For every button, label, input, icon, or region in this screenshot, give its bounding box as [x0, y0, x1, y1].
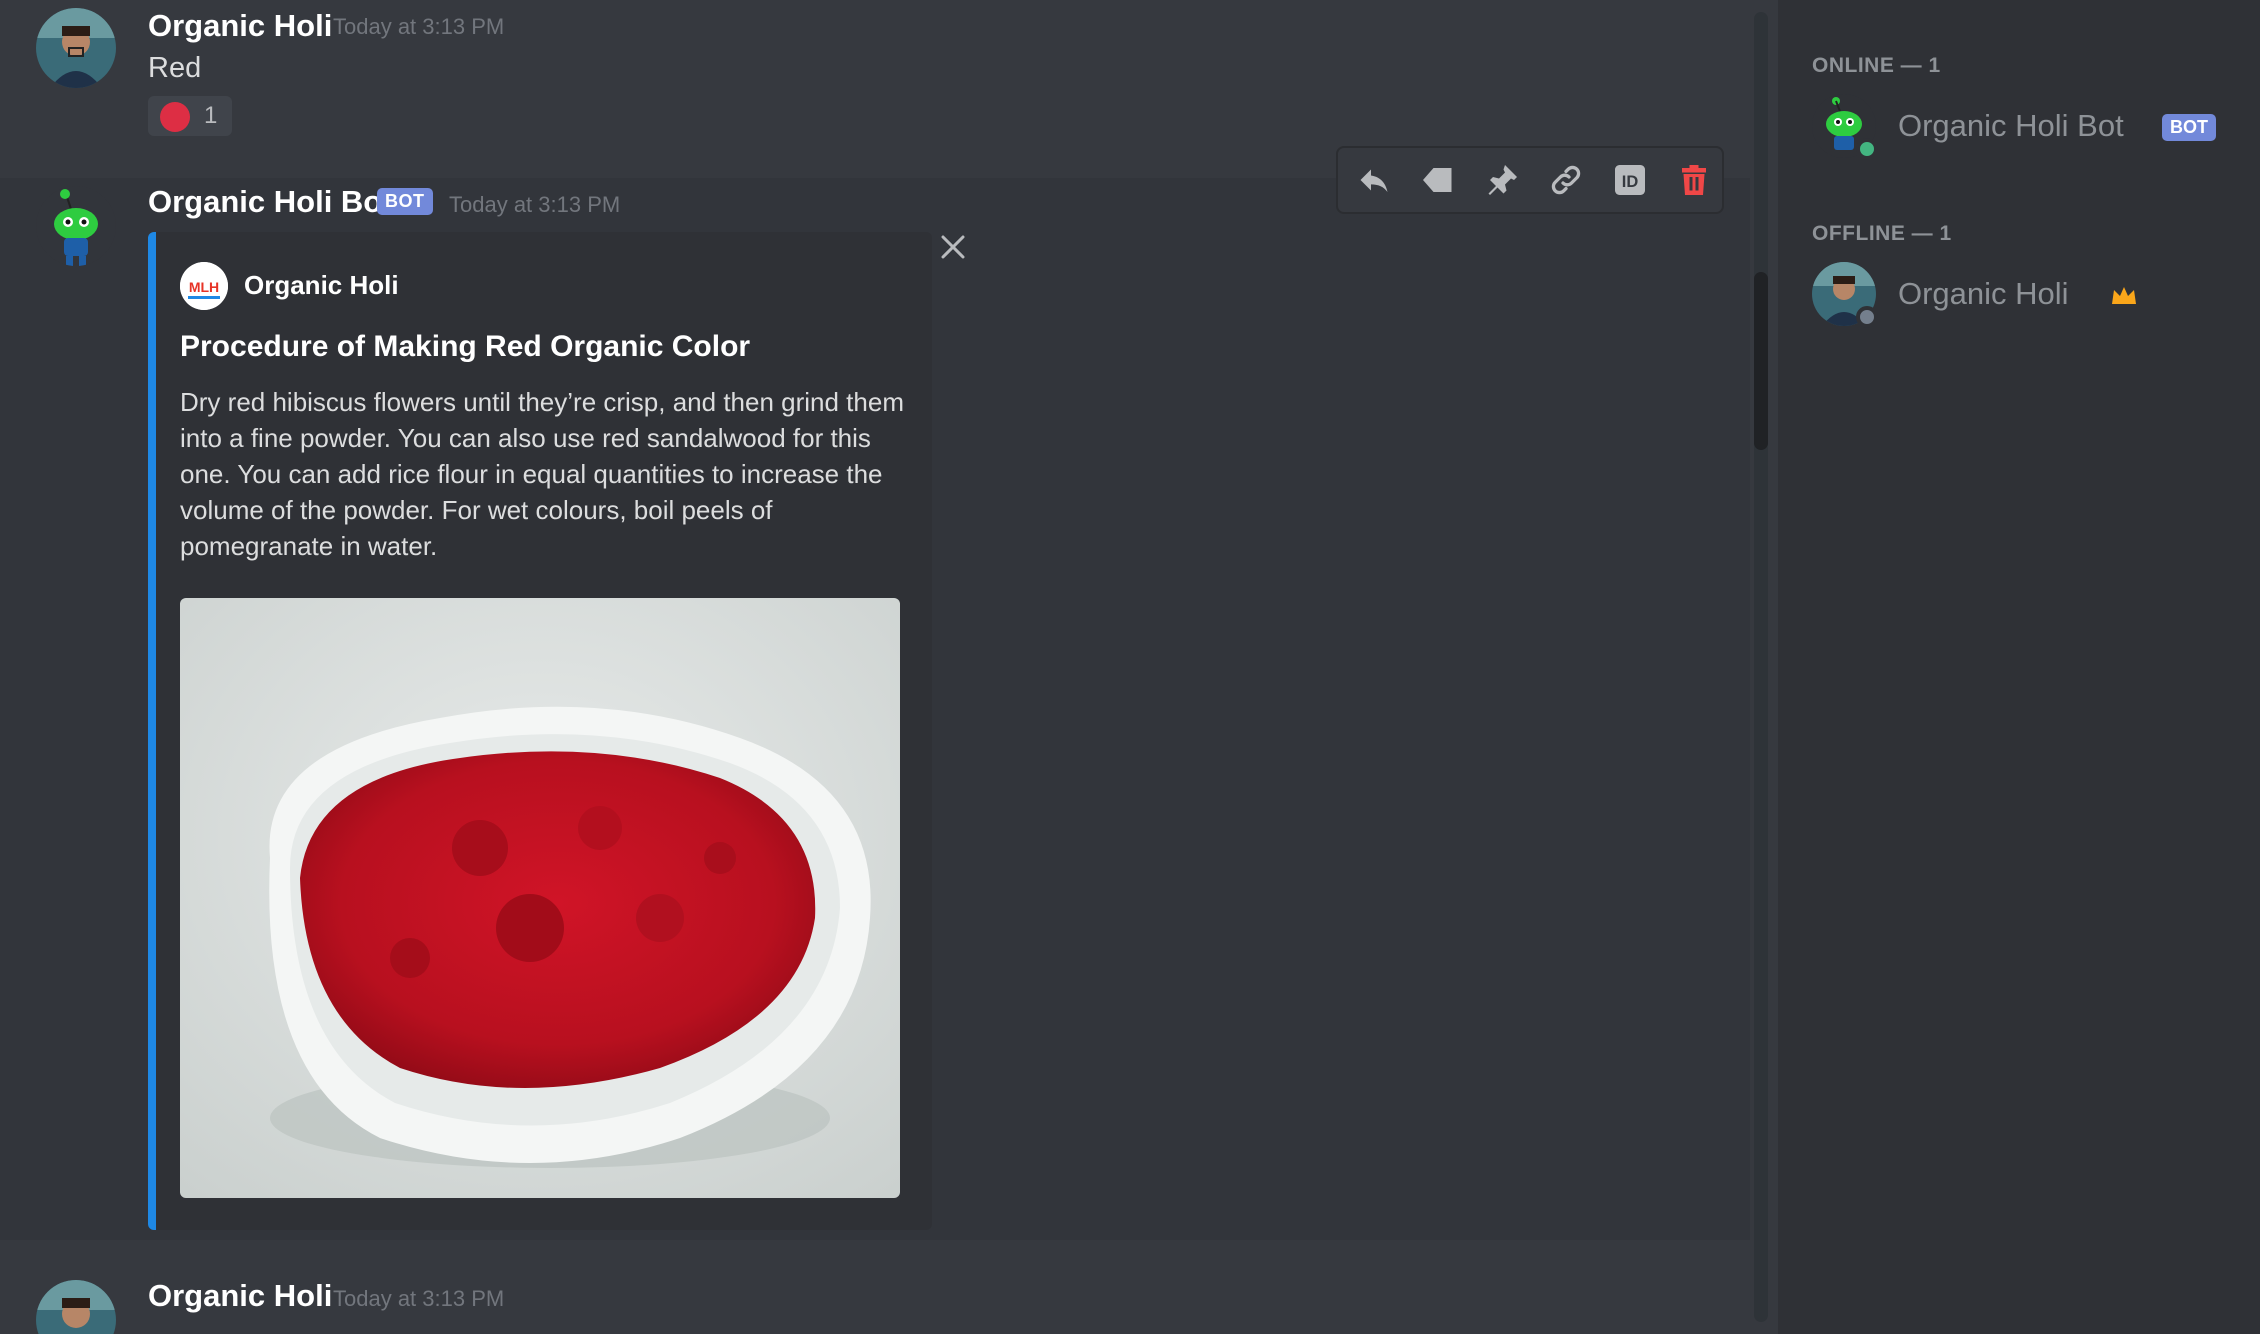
author-name[interactable]: Organic Holi — [148, 1278, 332, 1314]
online-header: ONLINE — 1 — [1812, 54, 1941, 77]
member-item-organic-holi[interactable]: Organic Holi — [1812, 262, 2242, 332]
offline-header: OFFLINE — 1 — [1812, 222, 1952, 245]
avatar[interactable] — [36, 8, 116, 88]
bot-tag: BOT — [2162, 114, 2216, 141]
close-icon[interactable] — [938, 232, 968, 262]
embed-author[interactable]: Organic Holi — [244, 270, 399, 301]
offline-status-icon — [1856, 306, 1878, 328]
red-circle-icon — [160, 102, 190, 132]
scrollbar-track[interactable] — [1754, 12, 1768, 1322]
bot-avatar[interactable] — [36, 186, 116, 266]
mlh-logo-icon: MLH — [180, 262, 228, 310]
rich-embed: MLH Organic Holi Procedure of Making Red… — [148, 232, 932, 1230]
timestamp: Today at 3:13 PM — [333, 1286, 505, 1311]
embed-accent-bar — [148, 232, 156, 1230]
reaction-count: 1 — [204, 102, 218, 129]
author-name[interactable]: Organic Holi Bot — [148, 184, 393, 220]
reaction[interactable]: 1 — [148, 96, 232, 136]
timestamp: Today at 3:13 PM — [333, 14, 505, 39]
member-item-organic-holi-bot[interactable]: Organic Holi Bot BOT — [1812, 94, 2242, 164]
message-content: Red — [148, 52, 202, 84]
avatar[interactable] — [36, 1280, 116, 1334]
chat-area: Organic Holi Today at 3:13 PM Red 1 Orga… — [0, 0, 1778, 1334]
member-name: Organic Holi Bot — [1898, 108, 2124, 143]
online-status-icon — [1856, 138, 1878, 160]
scrollbar-thumb[interactable] — [1754, 272, 1768, 450]
embed-title: Procedure of Making Red Organic Color — [180, 330, 751, 363]
member-list: ONLINE — 1 Organic Holi Bot BOT OFFLINE … — [1778, 0, 2260, 1334]
message: Organic Holi Today at 3:13 PM — [0, 1240, 1750, 1334]
message-actions-toolbar: ID — [1336, 146, 1724, 214]
author-name[interactable]: Organic Holi — [148, 8, 332, 44]
crown-icon — [2110, 284, 2138, 313]
reply-icon[interactable] — [1352, 158, 1396, 202]
trash-icon[interactable] — [1672, 158, 1716, 202]
member-name: Organic Holi — [1898, 276, 2069, 311]
embed-image[interactable] — [180, 598, 900, 1198]
link-icon[interactable] — [1544, 158, 1588, 202]
bot-tag: BOT — [377, 188, 433, 215]
svg-text:ID: ID — [1622, 173, 1639, 191]
svg-text:MLH: MLH — [189, 279, 219, 295]
tag-icon[interactable] — [1416, 158, 1460, 202]
message: Organic Holi Today at 3:13 PM Red 1 — [0, 0, 1750, 170]
embed-description: Dry red hibiscus flowers until they’re c… — [180, 387, 904, 561]
id-icon[interactable]: ID — [1608, 158, 1652, 202]
timestamp: Today at 3:13 PM — [449, 192, 621, 217]
pin-icon[interactable] — [1480, 158, 1524, 202]
